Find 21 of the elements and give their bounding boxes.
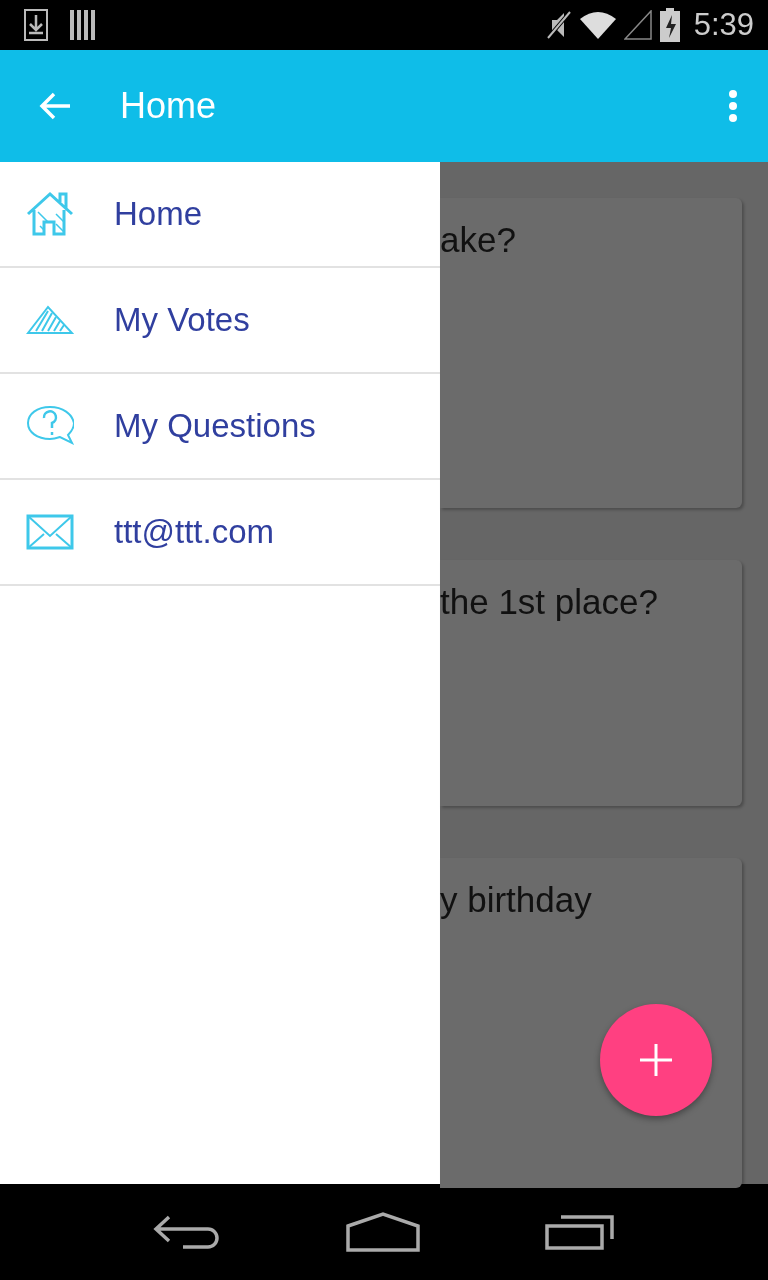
question-card[interactable]: y birthday	[440, 858, 742, 1188]
plus-icon	[638, 1042, 674, 1078]
back-icon[interactable]	[152, 1214, 221, 1250]
envelope-icon	[26, 514, 74, 550]
recent-apps-icon[interactable]	[545, 1214, 616, 1250]
question-title: ake?	[440, 219, 517, 260]
download-icon	[24, 9, 48, 41]
battery-icon	[659, 8, 680, 42]
clock-time: 5:39	[693, 7, 754, 43]
home-icon[interactable]	[346, 1212, 420, 1252]
triangle-icon	[26, 305, 74, 335]
question-card[interactable]: ake?	[440, 198, 742, 508]
mute-icon	[545, 10, 572, 40]
question-bubble-icon	[26, 405, 74, 447]
question-title: the 1st place?	[440, 581, 659, 622]
house-icon	[26, 190, 74, 238]
question-card[interactable]: the 1st place?	[440, 560, 742, 806]
question-title: y birthday	[440, 879, 593, 920]
signal-icon	[623, 10, 652, 40]
app-bar-title: Home	[120, 85, 218, 127]
wifi-icon	[579, 11, 616, 39]
